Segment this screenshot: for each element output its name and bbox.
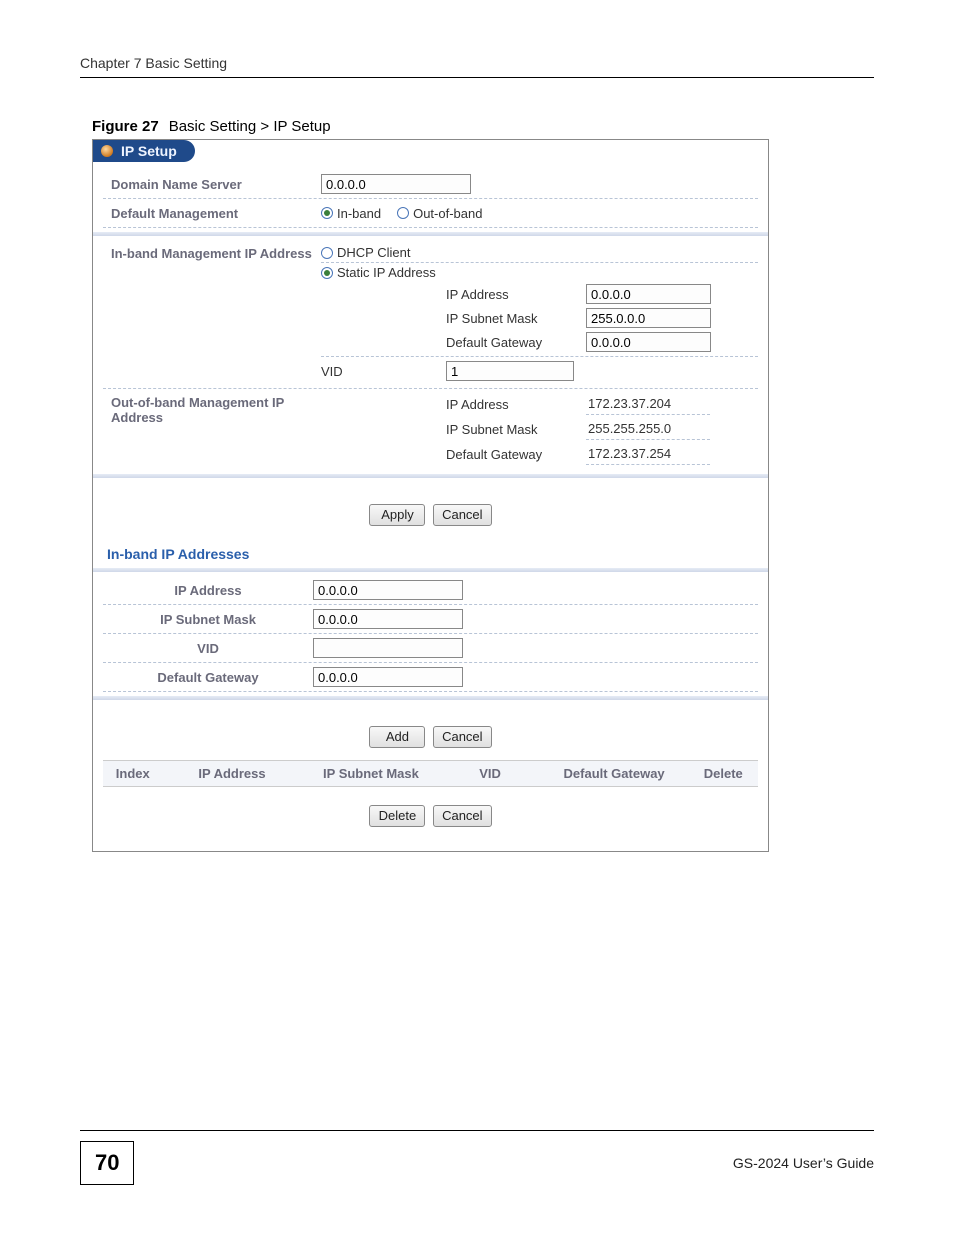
inband-gw-label: Default Gateway: [446, 335, 586, 350]
guide-title: GS-2024 User’s Guide: [733, 1155, 874, 1171]
radio-outofband[interactable]: Out-of-band: [397, 206, 482, 221]
chapter-header: Chapter 7 Basic Setting: [80, 55, 874, 78]
inband-mask-input[interactable]: [586, 308, 711, 328]
figure-title: Basic Setting > IP Setup: [169, 118, 331, 135]
cancel-button-3[interactable]: Cancel: [433, 805, 491, 827]
ip-setup-panel: IP Setup Domain Name Server Default Mana…: [92, 139, 769, 852]
tab-ip-setup[interactable]: IP Setup: [93, 140, 195, 162]
add-mask-input[interactable]: [313, 609, 463, 629]
radio-dhcp-client[interactable]: DHCP Client: [321, 245, 410, 260]
th-gw: Default Gateway: [540, 766, 689, 781]
add-mask-label: IP Subnet Mask: [103, 608, 313, 631]
inband-mask-label: IP Subnet Mask: [446, 311, 586, 326]
apply-button[interactable]: Apply: [369, 504, 425, 526]
th-delete: Delete: [689, 766, 758, 781]
inband-vid-label: VID: [321, 364, 446, 379]
outband-mgmt-label: Out-of-band Management IP Address: [103, 389, 321, 429]
add-gw-label: Default Gateway: [103, 666, 313, 689]
tab-bar: IP Setup: [93, 140, 768, 166]
inband-mgmt-label: In-band Management IP Address: [103, 240, 321, 265]
radio-checked-icon: [321, 267, 333, 279]
radio-static-label: Static IP Address: [337, 265, 436, 280]
outband-gw-value: 172.23.37.254: [586, 444, 710, 465]
page-number: 70: [80, 1141, 134, 1185]
inband-ip-input[interactable]: [586, 284, 711, 304]
add-vid-label: VID: [103, 637, 313, 660]
add-gw-input[interactable]: [313, 667, 463, 687]
inband-gw-input[interactable]: [586, 332, 711, 352]
outband-ip-value: 172.23.37.204: [586, 394, 710, 415]
add-ip-input[interactable]: [313, 580, 463, 600]
divider: [93, 568, 768, 572]
default-mgmt-label: Default Management: [103, 202, 321, 225]
inband-addresses-title: In-band IP Addresses: [103, 538, 758, 568]
outband-ip-label: IP Address: [446, 397, 586, 412]
figure-number: Figure 27: [92, 118, 159, 135]
divider: [93, 696, 768, 700]
figure-caption: Figure 27 Basic Setting > IP Setup: [92, 118, 874, 135]
page-footer: 70 GS-2024 User’s Guide: [80, 1130, 874, 1185]
inband-ip-label: IP Address: [446, 287, 586, 302]
delete-button[interactable]: Delete: [369, 805, 425, 827]
cancel-button-2[interactable]: Cancel: [433, 726, 491, 748]
radio-inband[interactable]: In-band: [321, 206, 381, 221]
th-index: Index: [103, 766, 163, 781]
ip-table-header: Index IP Address IP Subnet Mask VID Defa…: [103, 760, 758, 787]
radio-static-ip[interactable]: Static IP Address: [321, 265, 436, 280]
divider: [93, 474, 768, 478]
tab-label: IP Setup: [121, 143, 177, 159]
outband-mask-label: IP Subnet Mask: [446, 422, 586, 437]
dns-label: Domain Name Server: [103, 173, 321, 196]
outband-gw-label: Default Gateway: [446, 447, 586, 462]
outband-mask-value: 255.255.255.0: [586, 419, 710, 440]
radio-outofband-label: Out-of-band: [413, 206, 482, 221]
th-ip: IP Address: [163, 766, 302, 781]
add-ip-label: IP Address: [103, 579, 313, 602]
dns-input[interactable]: [321, 174, 471, 194]
divider: [93, 232, 768, 236]
cancel-button-1[interactable]: Cancel: [433, 504, 491, 526]
radio-unchecked-icon: [321, 247, 333, 259]
th-vid: VID: [440, 766, 539, 781]
tab-dot-icon: [101, 145, 113, 157]
radio-inband-label: In-band: [337, 206, 381, 221]
add-button[interactable]: Add: [369, 726, 425, 748]
radio-dhcp-label: DHCP Client: [337, 245, 410, 260]
radio-unchecked-icon: [397, 207, 409, 219]
inband-vid-input[interactable]: [446, 361, 574, 381]
th-mask: IP Subnet Mask: [301, 766, 440, 781]
radio-checked-icon: [321, 207, 333, 219]
add-vid-input[interactable]: [313, 638, 463, 658]
